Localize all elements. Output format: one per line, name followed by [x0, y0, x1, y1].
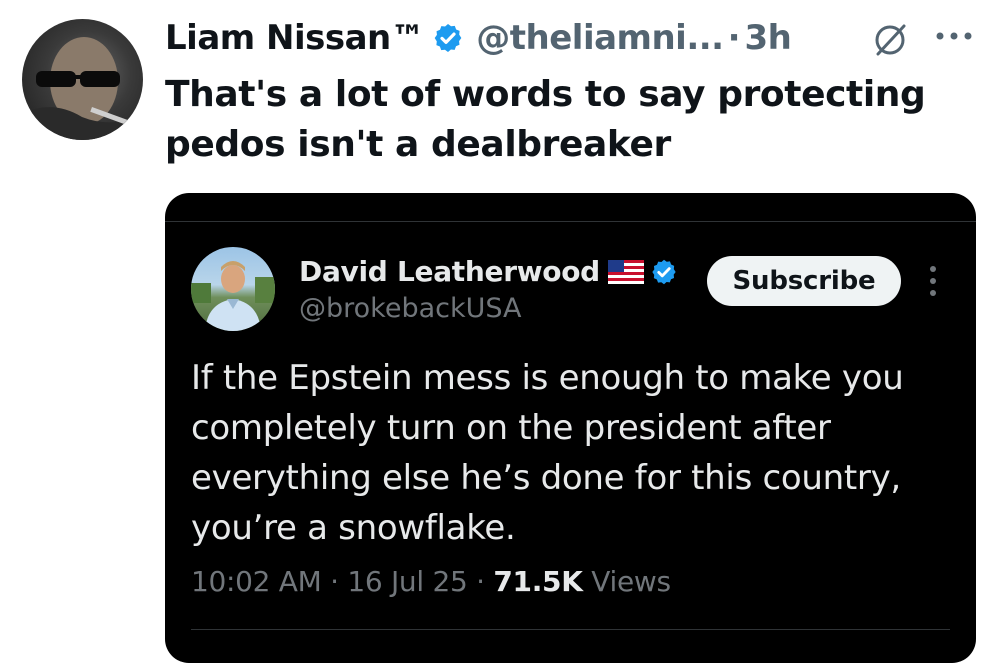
verified-badge-icon	[652, 259, 676, 284]
quoted-author-name: David Leatherwood	[299, 255, 600, 288]
quoted-author-name-row: David Leatherwood	[299, 255, 678, 288]
quoted-author-handle: @brokebackUSA	[299, 293, 522, 324]
quoted-time: 10:02 AM	[191, 565, 322, 598]
verified-badge-icon	[434, 24, 462, 52]
views-count: 71.5K	[493, 565, 583, 598]
separator-dot: ·	[727, 18, 741, 58]
author-handle[interactable]: @theliamni...	[476, 18, 724, 58]
views-label: Views	[591, 565, 671, 598]
meta-separator: ·	[330, 565, 339, 598]
us-flag-icon	[607, 259, 644, 284]
tweet-time[interactable]: 3h	[745, 18, 792, 58]
grok-icon[interactable]	[870, 20, 910, 60]
author-avatar[interactable]	[22, 19, 143, 140]
quoted-tweet-image[interactable]: David Leatherwood @brokebackUSA Subscrib…	[165, 193, 976, 663]
quoted-date: 16 Jul 25	[347, 565, 468, 598]
more-vertical-icon	[930, 266, 936, 296]
subscribe-button: Subscribe	[707, 256, 901, 306]
quoted-tweet-meta: 10:02 AM · 16 Jul 25 · 71.5K Views	[191, 565, 671, 598]
meta-separator: ·	[476, 565, 485, 598]
divider	[191, 629, 950, 630]
author-name[interactable]: Liam Nissan™	[165, 18, 425, 58]
quoted-author-avatar	[191, 247, 275, 331]
divider	[165, 221, 976, 222]
tweet-text: That's a lot of words to say protecting …	[165, 74, 926, 165]
quoted-tweet-text: If the Epstein mess is enough to make yo…	[191, 358, 904, 548]
more-icon[interactable]	[934, 30, 974, 42]
